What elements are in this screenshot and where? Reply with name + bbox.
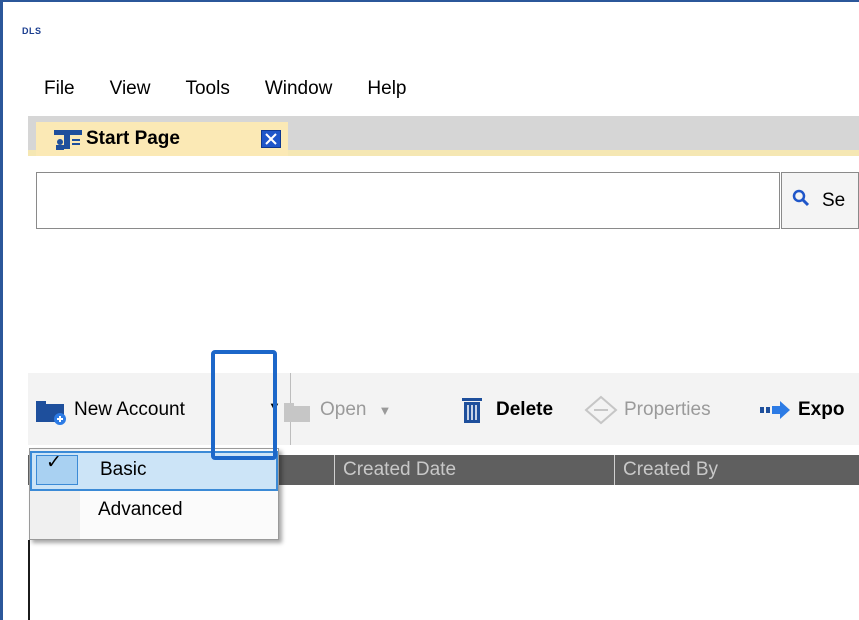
close-icon[interactable] — [261, 130, 281, 148]
content-left-border — [28, 540, 30, 620]
properties-label: Properties — [624, 399, 711, 420]
menu-item-advanced-label: Advanced — [98, 499, 183, 520]
export-button[interactable]: Expo — [758, 393, 844, 427]
column-created-date[interactable]: Created Date — [334, 455, 616, 485]
folder-open-icon — [280, 395, 314, 425]
new-account-label: New Account — [74, 399, 185, 420]
menu-file[interactable]: File — [44, 78, 75, 106]
trash-icon — [456, 395, 490, 425]
new-account-button[interactable]: New Account — [34, 393, 185, 427]
export-arrow-icon — [758, 395, 792, 425]
toolbar: New Account ▼ Open ▼ Delete Properties E… — [28, 373, 859, 445]
menu-window[interactable]: Window — [265, 78, 333, 106]
tab-label: Start Page — [86, 128, 180, 149]
properties-button[interactable]: Properties — [584, 393, 711, 427]
tab-start-page[interactable]: Start Page — [36, 122, 288, 156]
search-button[interactable]: Se — [781, 172, 859, 229]
app-logo: DLS — [22, 26, 42, 36]
column-created-by[interactable]: Created By — [614, 455, 859, 485]
menu-help[interactable]: Help — [367, 78, 406, 106]
start-page-icon — [54, 128, 84, 152]
tab-strip: Start Page — [28, 116, 859, 156]
export-label: Expo — [798, 399, 845, 420]
delete-label: Delete — [496, 399, 554, 420]
menu-bar: File View Tools Window Help — [44, 78, 441, 106]
check-icon: ✓ — [46, 452, 62, 473]
open-button[interactable]: Open ▼ — [280, 393, 391, 427]
search-button-label: Se — [822, 189, 846, 211]
menu-tools[interactable]: Tools — [185, 78, 229, 106]
new-account-dropdown-menu: ✓ Basic Advanced — [29, 448, 279, 540]
delete-button[interactable]: Delete — [456, 393, 553, 427]
search-icon — [792, 189, 810, 213]
properties-icon — [584, 395, 618, 425]
search-input[interactable] — [36, 172, 780, 229]
new-account-icon — [34, 395, 68, 425]
menu-item-advanced[interactable]: Advanced — [30, 493, 278, 533]
open-label: Open — [320, 399, 367, 420]
window-frame-top — [0, 0, 859, 2]
open-dropdown-arrow[interactable]: ▼ — [378, 403, 391, 418]
menu-view[interactable]: View — [110, 78, 151, 106]
menu-item-basic-label: Basic — [100, 459, 147, 480]
menu-item-basic[interactable]: ✓ Basic — [30, 451, 278, 491]
window-frame-left — [0, 0, 3, 620]
